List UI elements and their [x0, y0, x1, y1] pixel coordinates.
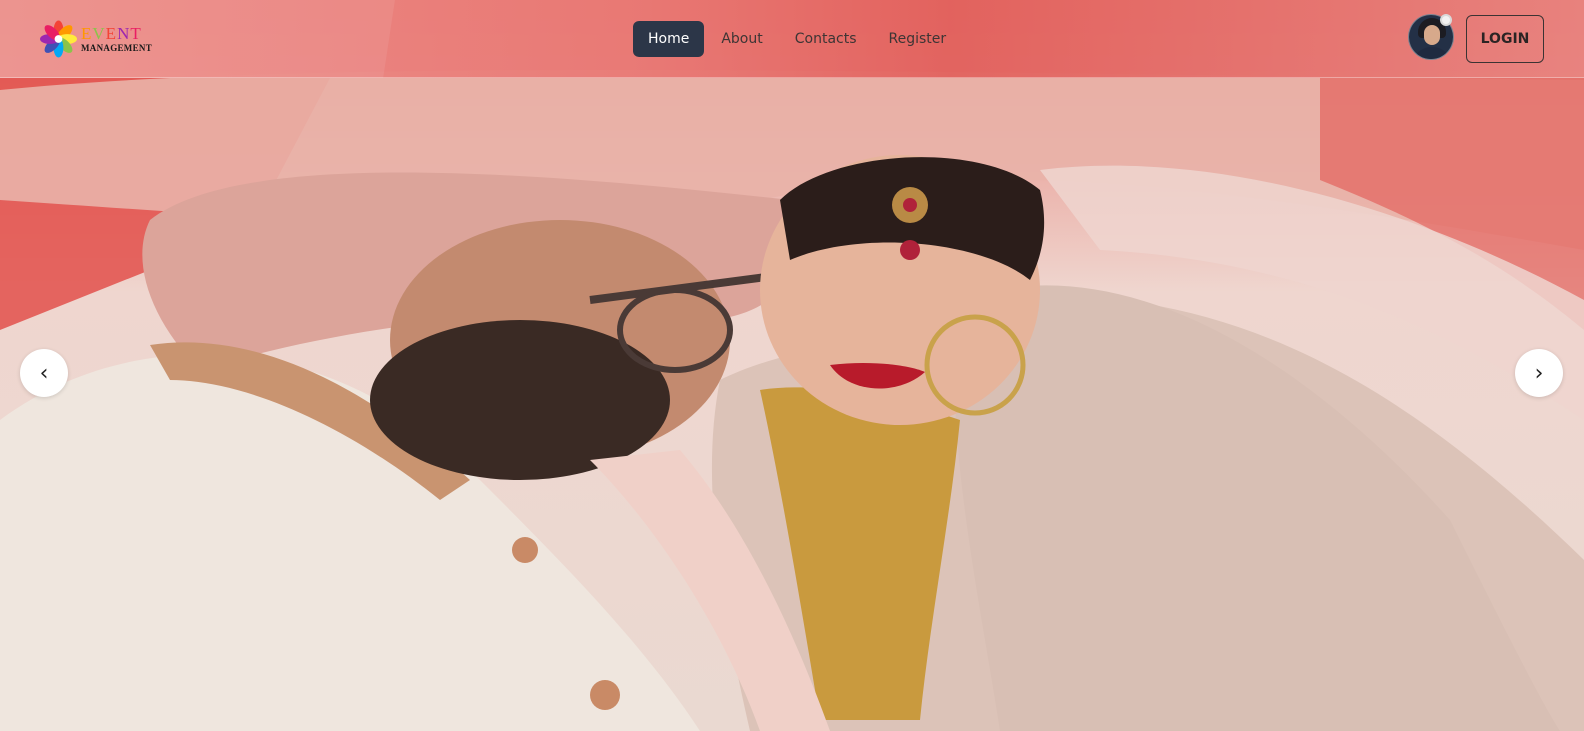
- logo-letter: E: [81, 24, 93, 43]
- nav-home[interactable]: Home: [633, 21, 705, 57]
- logo-letter: E: [105, 24, 118, 43]
- logo-text: EVENT MANAGEMENT: [81, 25, 152, 53]
- logo-letter: N: [117, 24, 131, 43]
- nav-register[interactable]: Register: [874, 21, 962, 57]
- logo-word-event: EVENT: [81, 25, 152, 42]
- avatar-body: [1413, 47, 1451, 59]
- wedding-couple-photo: [0, 70, 1584, 731]
- chevron-right-icon: ›: [1534, 360, 1544, 386]
- avatar-face: [1424, 25, 1440, 45]
- logo-word-management: MANAGEMENT: [81, 43, 152, 53]
- online-status-dot: [1440, 14, 1452, 26]
- login-button[interactable]: LOGIN: [1466, 15, 1544, 63]
- hero-carousel-image: [0, 0, 1584, 731]
- logo-letter: V: [92, 24, 106, 43]
- top-navbar: EVENT MANAGEMENT Home About Contacts Reg…: [0, 0, 1584, 78]
- nav-contacts[interactable]: Contacts: [780, 21, 872, 57]
- flower-logo-icon: [40, 20, 77, 58]
- carousel-next-button[interactable]: ›: [1515, 349, 1563, 397]
- brand-logo[interactable]: EVENT MANAGEMENT: [40, 20, 152, 58]
- carousel-prev-button[interactable]: ‹: [20, 349, 68, 397]
- chevron-left-icon: ‹: [39, 360, 49, 386]
- nav-about[interactable]: About: [706, 21, 777, 57]
- main-nav: Home About Contacts Register: [633, 21, 963, 57]
- logo-letter: T: [130, 24, 142, 43]
